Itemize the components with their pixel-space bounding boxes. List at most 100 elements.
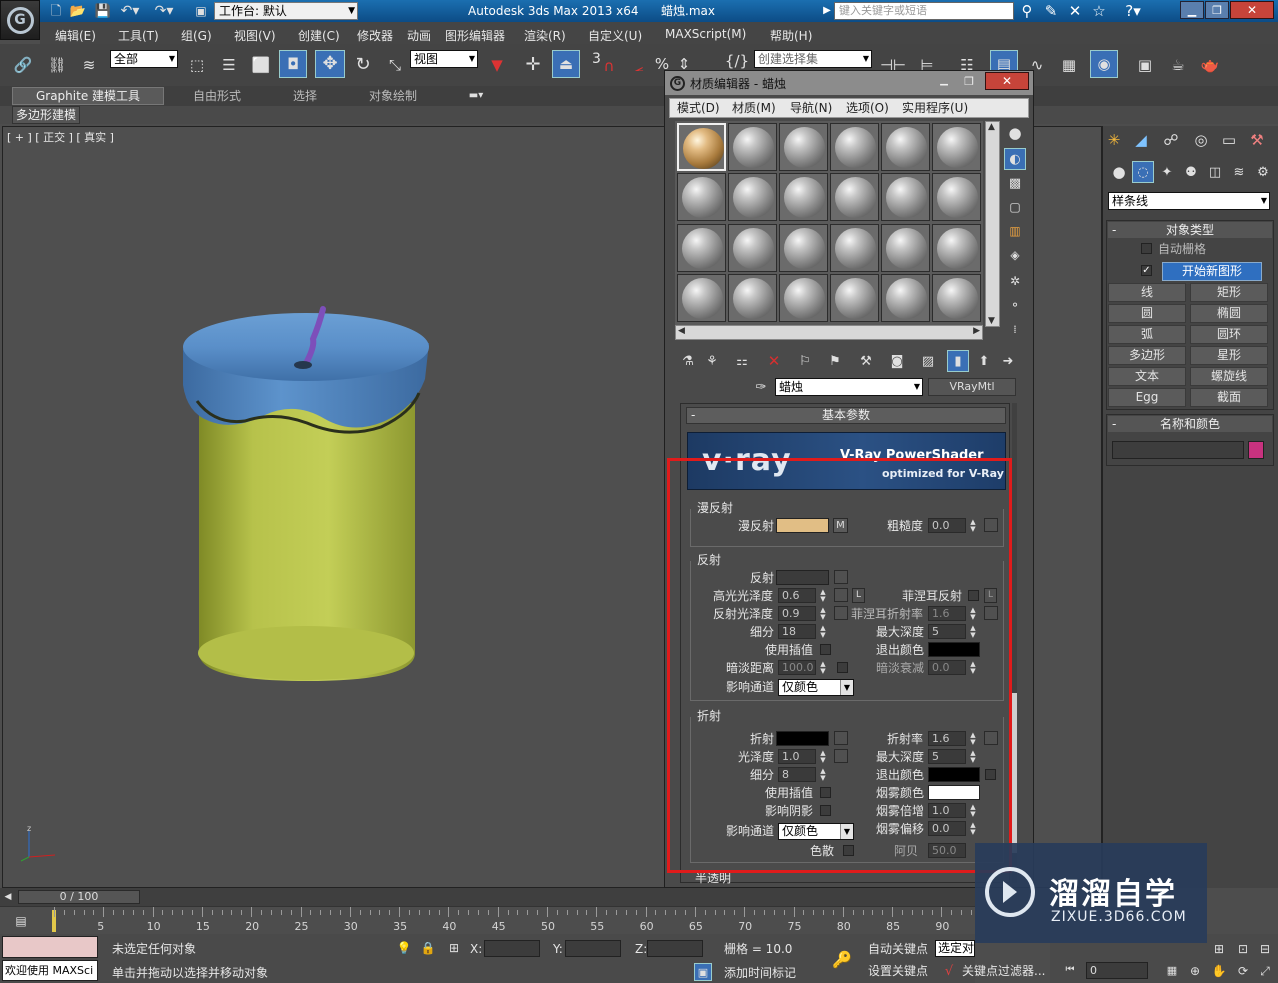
set-key-icon[interactable]: 🔑: [826, 946, 858, 974]
scroll-right-icon[interactable]: ▶: [973, 326, 980, 336]
get-material-icon[interactable]: ⚗: [678, 352, 698, 370]
sample-slot[interactable]: [830, 173, 879, 221]
go-forward-icon[interactable]: ➜: [998, 352, 1018, 370]
me-minimize-button[interactable]: ▁: [933, 73, 955, 89]
material-navigator-icon[interactable]: ⁞: [1006, 320, 1024, 338]
set-key-button[interactable]: 设置关键点: [868, 965, 928, 977]
sample-slot[interactable]: [677, 173, 726, 221]
key-filters-button[interactable]: 关键点过滤器...: [962, 965, 1045, 977]
put-to-library-icon[interactable]: ⚒: [856, 352, 876, 370]
selection-filter-dropdown[interactable]: 全部 ▼: [110, 50, 178, 68]
geometry-icon[interactable]: ●: [1110, 163, 1128, 181]
help-icon[interactable]: ?▾: [1122, 3, 1144, 19]
maxscript-listener-box[interactable]: [2, 936, 98, 958]
z-coord-input[interactable]: [647, 940, 703, 957]
menu-edit[interactable]: 编辑(E): [55, 27, 96, 44]
menu-views[interactable]: 视图(V): [234, 27, 276, 44]
spacewarps-icon[interactable]: ≋: [1230, 163, 1248, 181]
key-mode-dropdown[interactable]: 选定对: [935, 940, 975, 957]
viewport-label[interactable]: [ + ] [ 正交 ] [ 真实 ]: [7, 132, 114, 143]
hierarchy-tab-icon[interactable]: ☍: [1160, 130, 1182, 150]
app-logo[interactable]: G: [0, 0, 40, 40]
sample-uv-icon[interactable]: ▢: [1006, 198, 1024, 216]
sample-slot[interactable]: [932, 123, 981, 171]
options-icon[interactable]: ✲: [1006, 272, 1024, 290]
copy-material-icon[interactable]: ⚐: [795, 352, 815, 370]
tab-object-paint[interactable]: 对象绘制: [369, 90, 417, 102]
params-scrollbar[interactable]: [1012, 403, 1017, 883]
sample-slot[interactable]: [779, 274, 828, 322]
zoom-icon[interactable]: ⊕: [1186, 962, 1204, 980]
restore-button[interactable]: ❐: [1205, 1, 1229, 19]
sample-slot[interactable]: [677, 274, 726, 322]
menu-tools[interactable]: 工具(T): [118, 27, 159, 44]
shape-line-button[interactable]: 线: [1108, 283, 1186, 302]
lights-icon[interactable]: ✦: [1158, 163, 1176, 181]
absolute-mode-icon[interactable]: ⊞: [446, 940, 462, 956]
sample-slot[interactable]: [881, 274, 930, 322]
render-setup-icon[interactable]: ▣: [1132, 52, 1158, 78]
communication-icon[interactable]: ✕: [1065, 3, 1085, 19]
shape-ngon-button[interactable]: 多边形: [1108, 346, 1186, 365]
params-scroll-thumb[interactable]: [1012, 693, 1017, 853]
ribbon-options-icon[interactable]: ▬▾: [462, 88, 490, 104]
sample-type-icon[interactable]: ●: [1006, 124, 1024, 142]
slots-hscroll[interactable]: ◀ ▶: [675, 325, 983, 340]
shape-donut-button[interactable]: 圆环: [1190, 325, 1268, 344]
me-menu-options[interactable]: 选项(O): [846, 102, 889, 114]
shape-ellipse-button[interactable]: 椭圆: [1190, 304, 1268, 323]
material-id-icon[interactable]: ◙: [887, 352, 907, 370]
eyedropper-icon[interactable]: ✑: [752, 378, 770, 396]
zoom-all-icon[interactable]: ⊡: [1234, 940, 1252, 958]
material-name-input[interactable]: 蜡烛 ▼: [775, 378, 923, 396]
sample-slot[interactable]: [728, 123, 777, 171]
sample-slot[interactable]: [728, 173, 777, 221]
x-coord-input[interactable]: [484, 940, 540, 957]
schematic-view-icon[interactable]: ▦: [1056, 52, 1082, 78]
rendered-frame-icon[interactable]: ☕: [1165, 52, 1191, 78]
object-type-header[interactable]: - 对象类型: [1108, 222, 1272, 238]
sample-slot[interactable]: [677, 224, 726, 272]
motion-tab-icon[interactable]: ◎: [1190, 130, 1212, 150]
angle-snap-icon[interactable]: ⦟: [626, 54, 652, 78]
undo-icon[interactable]: ↶▾: [118, 3, 142, 19]
select-by-material-icon[interactable]: ⚬: [1006, 296, 1024, 314]
shape-section-button[interactable]: 截面: [1190, 388, 1268, 407]
track-bar-menu-icon[interactable]: ▤: [10, 912, 32, 930]
pivot-center-icon[interactable]: ▼: [484, 52, 510, 78]
zoom-extents-icon[interactable]: ⊞: [1210, 940, 1228, 958]
key-filter-icon[interactable]: √: [940, 962, 958, 980]
shape-star-button[interactable]: 星形: [1190, 346, 1268, 365]
auto-key-button[interactable]: 自动关键点: [868, 943, 928, 955]
sample-slot[interactable]: [779, 123, 828, 171]
background-icon[interactable]: ▩: [1006, 174, 1024, 192]
sample-slot[interactable]: [881, 224, 930, 272]
go-to-parent-icon[interactable]: ⬆: [974, 352, 994, 370]
shape-helix-button[interactable]: 螺旋线: [1190, 367, 1268, 386]
me-maximize-button[interactable]: ❐: [958, 73, 980, 89]
link-icon[interactable]: 🔗: [10, 52, 36, 78]
assign-material-icon[interactable]: ⚏: [732, 352, 752, 370]
zoom-region-icon[interactable]: ⊟: [1256, 940, 1274, 958]
close-button[interactable]: ✕: [1230, 1, 1274, 19]
display-tab-icon[interactable]: ▭: [1218, 130, 1240, 150]
video-check-icon[interactable]: ▥: [1006, 222, 1024, 240]
select-by-name-icon[interactable]: ☰: [216, 52, 242, 78]
sample-slot[interactable]: [779, 173, 828, 221]
menu-graph-editors[interactable]: 图形编辑器: [445, 27, 505, 44]
menu-group[interactable]: 组(G): [181, 27, 212, 44]
start-new-shape-checkbox[interactable]: ✓: [1141, 265, 1152, 276]
search-input[interactable]: 键入关键字或短语: [834, 2, 1014, 20]
material-editor-icon[interactable]: ◉: [1090, 50, 1118, 78]
sample-slot[interactable]: [932, 224, 981, 272]
select-manipulate-icon[interactable]: ✛: [520, 52, 546, 78]
sample-slot[interactable]: [830, 123, 879, 171]
workspace-dropdown[interactable]: 工作台: 默认 ▼: [214, 2, 358, 20]
menu-maxscript[interactable]: MAXScript(M): [665, 27, 746, 41]
sample-slot[interactable]: [881, 123, 930, 171]
time-slider[interactable]: 0 / 100: [18, 890, 140, 904]
shape-circle-button[interactable]: 圆: [1108, 304, 1186, 323]
isolate-icon[interactable]: 💡: [396, 940, 412, 956]
new-file-icon[interactable]: 🗋: [47, 3, 65, 19]
basic-params-header[interactable]: - 基本参数: [686, 407, 1006, 424]
